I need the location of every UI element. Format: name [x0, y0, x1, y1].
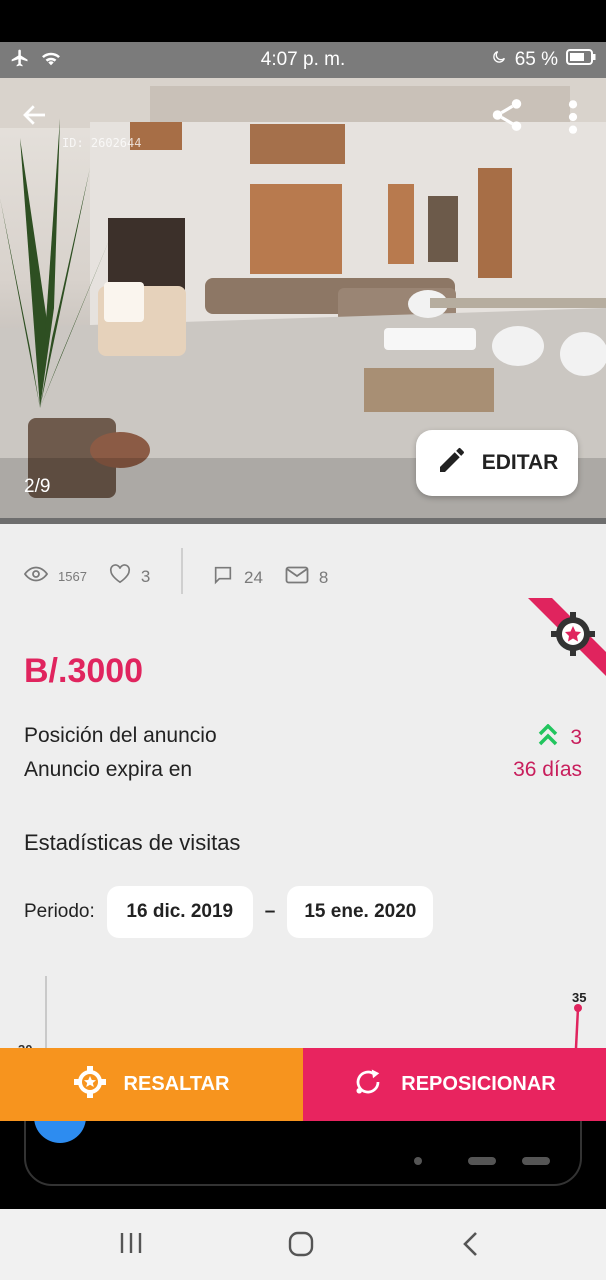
comments-stat: 24: [212, 564, 263, 591]
chart-data-label-35: 35: [572, 990, 586, 1005]
comments-count: 24: [244, 567, 263, 587]
back-nav-icon[interactable]: [458, 1229, 484, 1264]
date-separator: –: [264, 901, 276, 922]
position-label: Posición del anuncio: [24, 724, 217, 747]
engagement-stats: 1567 3: [23, 564, 172, 589]
moon-icon: [491, 49, 507, 71]
system-nav-bar: [0, 1209, 606, 1280]
status-bar: 4:07 p. m. 65 %: [0, 42, 606, 78]
double-chevron-up-icon: [538, 723, 558, 752]
expiry-row: Anuncio expira en 36 días: [24, 758, 582, 782]
period-selector: Periodo: 16 dic. 2019 – 15 ene. 2020: [24, 886, 434, 938]
views-count: 1567: [58, 569, 87, 584]
chart-point-35: [574, 1004, 582, 1012]
period-label: Periodo:: [24, 901, 95, 922]
chart-series-line: [574, 1007, 580, 1048]
battery-percent: 65 %: [514, 49, 558, 70]
position-value: 3: [570, 726, 582, 749]
underlying-bottom-nav: [0, 1121, 606, 1209]
listing-photo[interactable]: ID: 2602644 2/9 EDITAR: [0, 78, 606, 524]
pencil-icon: [436, 444, 468, 482]
eye-icon: [23, 565, 49, 588]
listing-id-watermark: ID: 2602644: [62, 136, 142, 150]
likes-stat: 3: [109, 564, 150, 589]
more-options-icon[interactable]: [566, 98, 580, 141]
back-arrow-icon[interactable]: [20, 100, 50, 135]
featured-ribbon-icon: [528, 598, 606, 676]
stats-divider: [181, 548, 183, 594]
comment-icon: [212, 564, 234, 591]
nav-glyph: [414, 1157, 422, 1165]
battery-icon: [566, 48, 596, 72]
position-row: Posición del anuncio 3: [24, 723, 582, 752]
recent-apps-icon[interactable]: [118, 1229, 144, 1262]
reposition-button-label: REPOSICIONAR: [401, 1073, 556, 1095]
views-stat: 1567: [23, 565, 87, 588]
expiry-label: Anuncio expira en: [24, 758, 193, 781]
end-date-picker[interactable]: 15 ene. 2020: [287, 886, 434, 938]
badge-star-icon: [73, 1065, 106, 1104]
messages-stat: 8: [285, 566, 328, 589]
visits-chart: 30 35: [18, 976, 586, 1048]
mail-icon: [285, 566, 309, 589]
top-black-bar: [0, 0, 606, 42]
heart-icon: [109, 564, 131, 589]
expiry-value: 36 días: [513, 758, 582, 781]
likes-count: 3: [140, 566, 151, 586]
photo-counter: 2/9: [24, 476, 51, 497]
nav-glyph: [468, 1157, 496, 1165]
reposition-button[interactable]: REPOSICIONAR: [303, 1048, 606, 1121]
message-stats: 24 8: [212, 564, 350, 591]
edit-button[interactable]: EDITAR: [416, 430, 578, 496]
highlight-button[interactable]: RESALTAR: [0, 1048, 303, 1121]
start-date-picker[interactable]: 16 dic. 2019: [106, 886, 253, 938]
listing-details: 1567 3 24 8 B/.3000 Posición del anuncio…: [0, 524, 606, 1048]
highlight-button-label: RESALTAR: [123, 1073, 230, 1095]
listing-price: B/.3000: [24, 652, 144, 690]
messages-count: 8: [318, 567, 329, 587]
share-icon[interactable]: [488, 96, 526, 139]
home-icon[interactable]: [286, 1229, 316, 1264]
edit-button-label: EDITAR: [481, 451, 559, 474]
bottom-nav-pill: [24, 1121, 582, 1186]
nav-glyph: [522, 1157, 550, 1165]
action-bar: RESALTAR REPOSICIONAR: [0, 1048, 606, 1121]
refresh-icon: [353, 1067, 383, 1103]
visits-section-title: Estadísticas de visitas: [24, 830, 241, 855]
